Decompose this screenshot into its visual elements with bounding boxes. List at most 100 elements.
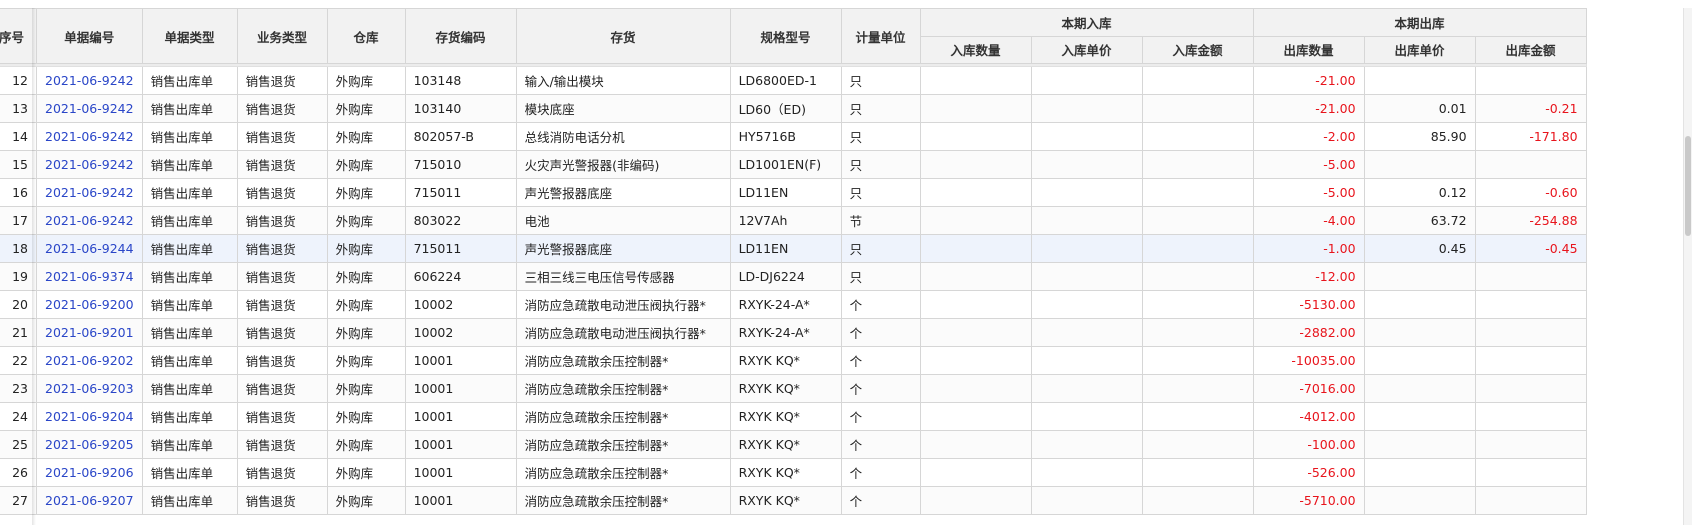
- cell-in-price: [1030, 374, 1143, 403]
- cell-inventory-code: 10002: [404, 290, 517, 319]
- cell-in-amount: [1141, 178, 1254, 207]
- header-in-price[interactable]: 入库单价: [1030, 35, 1143, 64]
- cell-doc-type: 销售出库单: [141, 206, 238, 235]
- table-row[interactable]: 14 2021-06-9242 销售出库单 销售退货 外购库 802057-B 总线消防电话…: [0, 122, 1587, 151]
- table-row[interactable]: 25 2021-06-9205 销售出库单 销售退货 外购库 10001 消防应急疏散余压控…: [0, 430, 1587, 459]
- cell-out-amount: [1474, 262, 1587, 291]
- table-row[interactable]: 20 2021-06-9200 销售出库单 销售退货 外购库 10002 消防应急疏散电动泄…: [0, 290, 1587, 319]
- cell-out-amount: [1474, 374, 1587, 403]
- header-inventory[interactable]: 存货: [515, 8, 731, 64]
- cell-in-qty: [919, 122, 1032, 151]
- cell-out-qty: -2.00: [1252, 122, 1365, 151]
- cell-in-price: [1030, 346, 1143, 375]
- cell-row-seq: 16: [0, 178, 37, 207]
- cell-unit: 只: [840, 262, 921, 291]
- header-in-qty[interactable]: 入库数量: [919, 35, 1032, 64]
- cell-biz-type: 销售退货: [236, 458, 328, 487]
- cell-warehouse: 外购库: [326, 458, 406, 487]
- cell-spec-model: LD-DJ6224: [729, 262, 842, 291]
- header-seq[interactable]: 序号: [0, 8, 37, 64]
- header-out-price[interactable]: 出库单价: [1363, 35, 1476, 64]
- cell-doc-no-link[interactable]: 2021-06-9201: [36, 318, 143, 347]
- header-inv-code[interactable]: 存货编码: [404, 8, 517, 64]
- cell-inventory-code: 715010: [404, 150, 517, 179]
- cell-doc-type: 销售出库单: [141, 178, 238, 207]
- cell-in-price: [1030, 458, 1143, 487]
- cell-out-qty: -4.00: [1252, 206, 1365, 235]
- header-doc-type[interactable]: 单据类型: [141, 8, 238, 64]
- cell-doc-type: 销售出库单: [141, 458, 238, 487]
- table-row[interactable]: 18 2021-06-9244 销售出库单 销售退货 外购库 715011 声光警报器底座 L…: [0, 234, 1587, 263]
- cell-in-price: [1030, 262, 1143, 291]
- cell-in-qty: [919, 402, 1032, 431]
- table-row[interactable]: 21 2021-06-9201 销售出库单 销售退货 外购库 10002 消防应急疏散电动泄…: [0, 318, 1587, 347]
- cell-in-price: [1030, 178, 1143, 207]
- cell-row-seq: 14: [0, 122, 37, 151]
- cell-doc-no-link[interactable]: 2021-06-9205: [36, 430, 143, 459]
- header-warehouse[interactable]: 仓库: [326, 8, 406, 64]
- cell-unit: 个: [840, 430, 921, 459]
- cell-doc-no-link[interactable]: 2021-06-9207: [36, 486, 143, 515]
- cell-doc-no-link[interactable]: 2021-06-9242: [36, 150, 143, 179]
- vertical-scrollbar[interactable]: [1683, 8, 1692, 525]
- cell-biz-type: 销售退货: [236, 430, 328, 459]
- header-out-amount[interactable]: 出库金额: [1474, 35, 1587, 64]
- header-out-qty[interactable]: 出库数量: [1252, 35, 1365, 64]
- cell-warehouse: 外购库: [326, 94, 406, 123]
- cell-doc-no-link[interactable]: 2021-06-9374: [36, 262, 143, 291]
- cell-doc-no-link[interactable]: 2021-06-9242: [36, 66, 143, 95]
- table-row[interactable]: 23 2021-06-9203 销售出库单 销售退货 外购库 10001 消防应急疏散余压控…: [0, 374, 1587, 403]
- cell-spec-model: RXYK KQ*: [729, 402, 842, 431]
- cell-in-amount: [1141, 206, 1254, 235]
- cell-in-price: [1030, 66, 1143, 95]
- table-row[interactable]: 16 2021-06-9242 销售出库单 销售退货 外购库 715011 声光警报器底座 L…: [0, 178, 1587, 207]
- cell-doc-no-link[interactable]: 2021-06-9242: [36, 122, 143, 151]
- cell-doc-type: 销售出库单: [141, 94, 238, 123]
- header-spec[interactable]: 规格型号: [729, 8, 842, 64]
- table-row[interactable]: 15 2021-06-9242 销售出库单 销售退货 外购库 715010 火灾声光警报器(…: [0, 150, 1587, 179]
- cell-out-amount: -0.45: [1474, 234, 1587, 263]
- cell-in-amount: [1141, 94, 1254, 123]
- cell-doc-no-link[interactable]: 2021-06-9204: [36, 402, 143, 431]
- cell-unit: 只: [840, 150, 921, 179]
- cell-doc-no-link[interactable]: 2021-06-9206: [36, 458, 143, 487]
- table-row[interactable]: 19 2021-06-9374 销售出库单 销售退货 外购库 606224 三相三线三电压信…: [0, 262, 1587, 291]
- table-row[interactable]: 17 2021-06-9242 销售出库单 销售退货 外购库 803022 电池 12V7Ah…: [0, 206, 1587, 235]
- cell-inventory-code: 715011: [404, 234, 517, 263]
- header-doc-no[interactable]: 单据编号: [36, 8, 143, 64]
- table-row[interactable]: 22 2021-06-9202 销售出库单 销售退货 外购库 10001 消防应急疏散余压控…: [0, 346, 1587, 375]
- cell-out-qty: -526.00: [1252, 458, 1365, 487]
- cell-doc-type: 销售出库单: [141, 122, 238, 151]
- cell-doc-no-link[interactable]: 2021-06-9203: [36, 374, 143, 403]
- cell-in-qty: [919, 290, 1032, 319]
- table-row[interactable]: 12 2021-06-9242 销售出库单 销售退货 外购库 103148 输入/输出模块 L…: [0, 66, 1587, 95]
- table-row[interactable]: 27 2021-06-9207 销售出库单 销售退货 外购库 10001 消防应急疏散余压控…: [0, 486, 1587, 515]
- cell-doc-no-link[interactable]: 2021-06-9244: [36, 234, 143, 263]
- cell-spec-model: RXYK-24-A*: [729, 318, 842, 347]
- cell-warehouse: 外购库: [326, 430, 406, 459]
- table-row[interactable]: 26 2021-06-9206 销售出库单 销售退货 外购库 10001 消防应急疏散余压控…: [0, 458, 1587, 487]
- cell-doc-no-link[interactable]: 2021-06-9242: [36, 206, 143, 235]
- cell-doc-no-link[interactable]: 2021-06-9200: [36, 290, 143, 319]
- cell-out-price: [1363, 66, 1476, 95]
- header-biz-type[interactable]: 业务类型: [236, 8, 328, 64]
- cell-in-price: [1030, 486, 1143, 515]
- scrollbar-thumb[interactable]: [1685, 136, 1691, 236]
- table-row[interactable]: 24 2021-06-9204 销售出库单 销售退货 外购库 10001 消防应急疏散余压控…: [0, 402, 1587, 431]
- cell-out-amount: [1474, 66, 1587, 95]
- cell-doc-no-link[interactable]: 2021-06-9202: [36, 346, 143, 375]
- cell-doc-type: 销售出库单: [141, 262, 238, 291]
- table-row[interactable]: 13 2021-06-9242 销售出库单 销售退货 外购库 103140 模块底座 LD60…: [0, 94, 1587, 123]
- header-unit[interactable]: 计量单位: [840, 8, 921, 64]
- cell-out-amount: [1474, 346, 1587, 375]
- cell-doc-no-link[interactable]: 2021-06-9242: [36, 178, 143, 207]
- cell-doc-type: 销售出库单: [141, 290, 238, 319]
- cell-in-qty: [919, 374, 1032, 403]
- cell-in-qty: [919, 94, 1032, 123]
- cell-out-price: [1363, 346, 1476, 375]
- cell-in-price: [1030, 150, 1143, 179]
- cell-doc-no-link[interactable]: 2021-06-9242: [36, 94, 143, 123]
- cell-warehouse: 外购库: [326, 374, 406, 403]
- header-in-amount[interactable]: 入库金额: [1141, 35, 1254, 64]
- cell-in-price: [1030, 430, 1143, 459]
